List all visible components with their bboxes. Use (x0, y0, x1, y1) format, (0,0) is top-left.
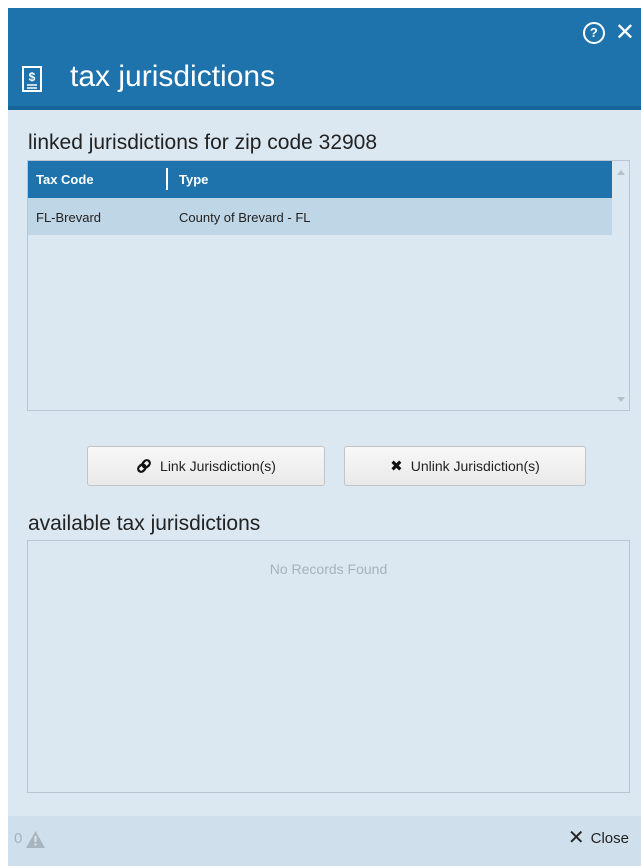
tax-document-icon: $ (22, 66, 42, 92)
grid-header: Tax Code Type (28, 161, 612, 198)
tax-jurisdictions-dialog: ? ✕ $ tax jurisdictions linked jurisdict… (8, 8, 641, 866)
linked-jurisdictions-heading: linked jurisdictions for zip code 32908 (28, 131, 378, 154)
unlink-button-label: Unlink Jurisdiction(s) (410, 458, 540, 474)
x-icon: ✖ (390, 457, 403, 475)
available-jurisdictions-grid: No Records Found (27, 540, 630, 793)
link-button-label: Link Jurisdiction(s) (160, 458, 276, 474)
column-header-type[interactable]: Type (179, 172, 208, 187)
title-bar: ? ✕ $ tax jurisdictions (8, 8, 641, 110)
dialog-footer: 0 ✕ Close (8, 816, 641, 866)
cell-tax-code: FL-Brevard (36, 210, 102, 225)
column-header-tax-code[interactable]: Tax Code (36, 172, 94, 187)
close-x-icon: ✕ (567, 827, 585, 849)
column-divider[interactable] (166, 168, 168, 190)
dialog-title: tax jurisdictions (70, 60, 276, 93)
vertical-scrollbar[interactable] (612, 161, 629, 410)
linked-jurisdictions-grid: Tax Code Type FL-Brevard County of Breva… (27, 160, 630, 411)
link-icon (137, 459, 151, 473)
close-button-label: Close (590, 829, 629, 847)
warning-count: 0 (14, 830, 23, 847)
cell-type: County of Brevard - FL (179, 210, 311, 225)
help-icon[interactable]: ? (582, 22, 605, 44)
scroll-up-arrow-icon[interactable] (617, 170, 625, 175)
table-row[interactable]: FL-Brevard County of Brevard - FL (28, 198, 612, 235)
close-button[interactable]: ✕ Close (568, 828, 629, 848)
svg-text:$: $ (29, 70, 36, 84)
no-records-message: No Records Found (269, 561, 388, 577)
scroll-down-arrow-icon[interactable] (617, 397, 625, 402)
close-icon[interactable]: ✕ (615, 21, 635, 45)
available-jurisdictions-heading: available tax jurisdictions (28, 512, 261, 535)
warning-triangle-icon[interactable] (26, 831, 45, 848)
unlink-jurisdictions-button[interactable]: ✖ Unlink Jurisdiction(s) (344, 446, 586, 486)
link-jurisdictions-button[interactable]: Link Jurisdiction(s) (87, 446, 325, 486)
